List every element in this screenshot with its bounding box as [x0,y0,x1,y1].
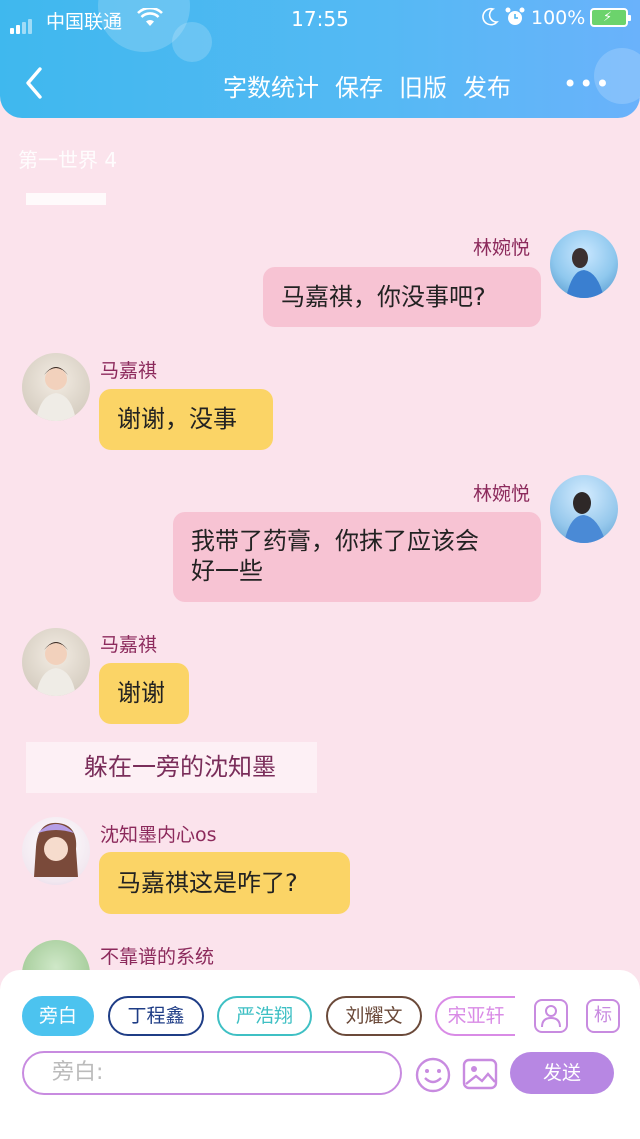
narration-block: 躲在一旁的沈知墨 [26,742,317,793]
chat-bubble: 谢谢 [99,663,189,724]
message-input[interactable]: 旁白: [22,1051,402,1095]
back-icon[interactable] [22,66,48,100]
more-icon[interactable]: ••• [563,70,611,98]
old-version-button[interactable]: 旧版 [399,74,447,102]
sender-name: 马嘉祺 [100,634,158,656]
save-button[interactable]: 保存 [335,74,383,102]
avatar[interactable] [22,628,90,696]
chat-bubble-line: 好一些 [191,557,263,585]
sender-name: 林婉悦 [473,237,531,259]
sender-name: 马嘉祺 [100,360,158,382]
character-icon[interactable] [534,999,568,1033]
scene-bar [26,193,106,205]
image-icon[interactable] [462,1056,498,1092]
chat-bubble: 马嘉祺，你没事吧? [263,267,541,327]
chat-bubble: 马嘉祺这是咋了? [99,852,350,914]
tag-button[interactable]: 标 [586,999,620,1033]
header-bar: 中国联通 17:55 100% ⚡ 字数统计 保存 旧版 发布 ••• [0,0,640,118]
sender-name: 林婉悦 [473,483,531,505]
emoji-icon[interactable] [414,1056,452,1094]
scene-title: 第一世界 4 [18,148,118,172]
publish-button[interactable]: 发布 [463,74,511,102]
role-chip[interactable]: 严浩翔 [217,996,312,1036]
battery-icon: ⚡ [590,8,631,27]
chat-bubble-line: 我带了药膏，你抹了应该会 [191,527,479,555]
chat-bubble: 我带了药膏，你抹了应该会 好一些 [173,512,541,602]
sender-name: 不靠谱的系统 [100,946,215,968]
moon-icon [482,7,499,26]
chat-bubble: 谢谢，没事 [99,389,273,450]
chat-editor-screen: 中国联通 17:55 100% ⚡ 字数统计 保存 旧版 发布 ••• 第一世界… [0,0,640,1139]
role-chip[interactable]: 刘耀文 [326,996,422,1036]
status-bar: 中国联通 17:55 100% ⚡ [0,0,640,36]
nav-actions: 字数统计 保存 旧版 发布 [223,68,527,103]
alarm-icon [505,7,525,25]
role-chip[interactable]: 宋亚轩 [435,996,515,1036]
word-count-button[interactable]: 字数统计 [223,74,319,102]
role-chip-narrator[interactable]: 旁白 [22,996,94,1036]
avatar[interactable] [22,817,90,885]
role-chip[interactable]: 丁程鑫 [108,996,204,1036]
send-button[interactable]: 发送 [510,1052,614,1094]
battery-percent: 100% [531,7,586,29]
sender-name: 沈知墨内心os [100,824,217,846]
avatar[interactable] [550,230,618,298]
avatar[interactable] [22,353,90,421]
avatar[interactable] [550,475,618,543]
